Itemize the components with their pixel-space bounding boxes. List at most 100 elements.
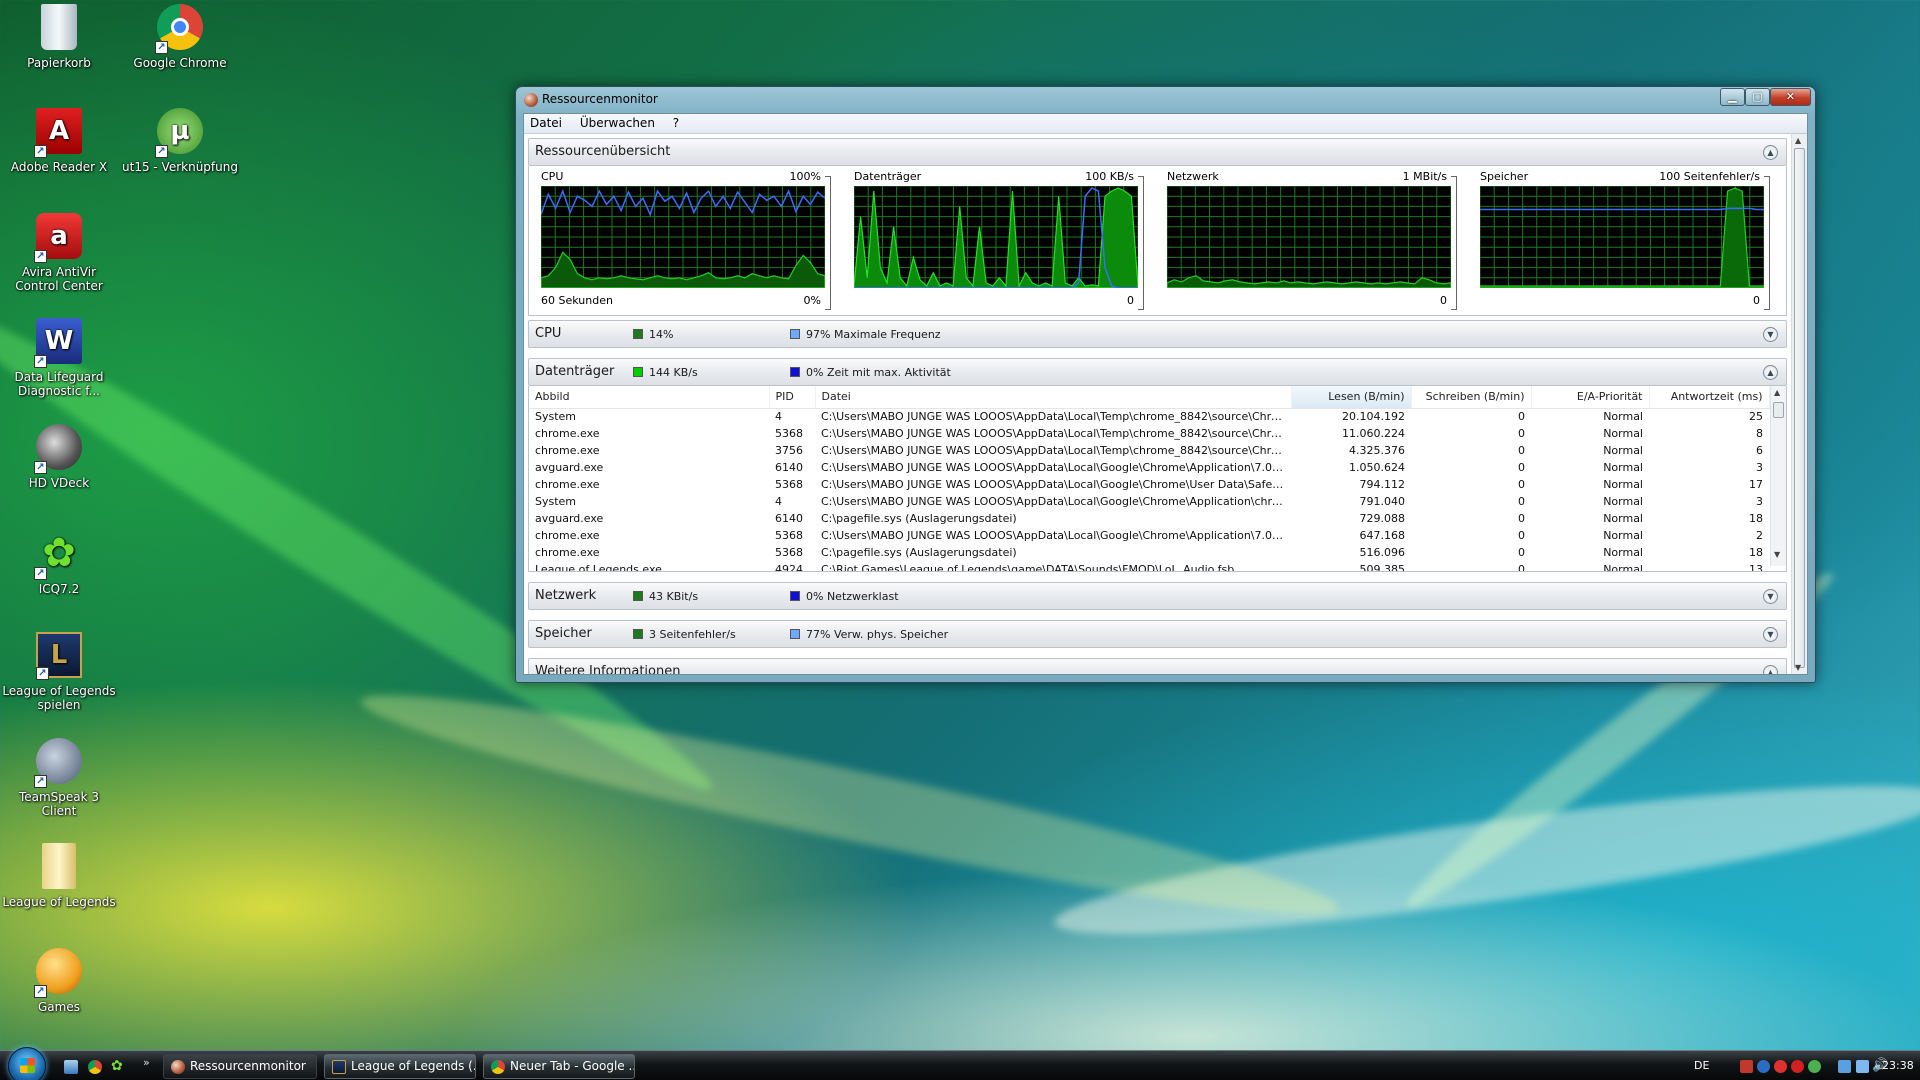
- col-lesen[interactable]: Lesen (B/min): [1290, 386, 1412, 409]
- menu-bar: Datei Überwachen ?: [524, 114, 1807, 134]
- start-button[interactable]: [8, 1047, 46, 1080]
- disk-table-header: Abbild PID Datei Lesen (B/min) Schreiben…: [529, 386, 1786, 409]
- menu-help[interactable]: ?: [673, 116, 679, 130]
- desktop-icon-data-lifeguard[interactable]: W ↗ Data Lifeguard Diagnostic f...: [0, 318, 118, 398]
- desktop-icon-league-of-legends-folder[interactable]: League of Legends: [0, 843, 118, 909]
- row-priority: Normal: [1603, 563, 1643, 572]
- scroll-down-arrow-icon[interactable]: ▼: [1795, 663, 1801, 672]
- row-datei: C:\pagefile.sys (Auslagerungsdatei): [821, 512, 1017, 525]
- close-button[interactable]: ✕: [1770, 88, 1811, 106]
- row-lesen: 516.096: [1359, 546, 1406, 559]
- disk-activity: 0% Zeit mit max. Aktivität: [806, 366, 951, 379]
- expand-chevron-icon[interactable]: ▼: [1763, 627, 1778, 642]
- expand-chevron-icon[interactable]: ▼: [1763, 327, 1778, 342]
- cpu-usage-swatch: [633, 329, 643, 339]
- row-abbild: chrome.exe: [535, 427, 600, 440]
- tray-antivirus-icon[interactable]: [1774, 1060, 1787, 1073]
- desktop-icon-hd-vdeck[interactable]: ↗ HD VDeck: [0, 424, 118, 490]
- table-row[interactable]: chrome.exe 5368 C:\Users\MABO JUNGE WAS LO…: [529, 527, 1786, 544]
- table-row[interactable]: chrome.exe 5368 C:\Users\MABO JUNGE WAS LO…: [529, 476, 1786, 493]
- table-row[interactable]: chrome.exe 5368 C:\pagefile.sys (Auslageru…: [529, 544, 1786, 561]
- table-row[interactable]: System 4 C:\Users\MABO JUNGE WAS LOOOS\App…: [529, 408, 1786, 425]
- row-datei: C:\Users\MABO JUNGE WAS LOOOS\AppData\Lo…: [821, 529, 1291, 542]
- col-abbild[interactable]: Abbild: [529, 386, 770, 409]
- collapse-chevron-icon[interactable]: ▲: [1763, 145, 1778, 160]
- table-row[interactable]: avguard.exe 6140 C:\Users\MABO JUNGE WAS L…: [529, 459, 1786, 476]
- disk-header[interactable]: Datenträger 144 KB/s 0% Zeit mit max. Ak…: [528, 358, 1787, 386]
- col-datei[interactable]: Datei: [815, 386, 1292, 409]
- row-schreiben: 0: [1518, 410, 1525, 424]
- overview-header[interactable]: Ressourcenübersicht ▲: [528, 138, 1787, 166]
- more-info-header[interactable]: Weitere Informationen ▲: [528, 658, 1787, 674]
- disk-section: Datenträger 144 KB/s 0% Zeit mit max. Ak…: [528, 358, 1787, 572]
- row-abbild: chrome.exe: [535, 529, 600, 542]
- quicklaunch-overflow-icon[interactable]: »: [143, 1056, 150, 1069]
- memory-header[interactable]: Speicher 3 Seitenfehler/s 77% Verw. phys…: [528, 620, 1787, 648]
- taskbar-button-league-of-legends[interactable]: League of Legends (...: [324, 1054, 476, 1079]
- network-graph-max: 1 MBit/s: [1402, 170, 1447, 183]
- desktop-icon-chrome[interactable]: ↗ Google Chrome: [121, 4, 239, 70]
- table-row[interactable]: chrome.exe 3756 C:\Users\MABO JUNGE WAS LO…: [529, 442, 1786, 459]
- window-scrollbar[interactable]: ▲ ▼: [1791, 134, 1807, 674]
- scroll-up-arrow-icon[interactable]: ▲: [1774, 388, 1780, 397]
- desktop-icon-league-of-legends-play[interactable]: L ↗ League of Legends spielen: [0, 632, 118, 712]
- row-schreiben: 0: [1518, 563, 1525, 572]
- col-response-time[interactable]: Antwortzeit (ms): [1649, 386, 1770, 409]
- chrome-quicklaunch-icon[interactable]: [88, 1060, 102, 1074]
- expand-chevron-icon[interactable]: ▼: [1763, 589, 1778, 604]
- taskbar-button-resource-monitor[interactable]: Ressourcenmonitor: [163, 1054, 317, 1079]
- memory-section: Speicher 3 Seitenfehler/s 77% Verw. phys…: [528, 620, 1787, 648]
- tray-utorrent-icon[interactable]: [1808, 1060, 1821, 1073]
- overview-graphs: CPU 100% 60 Sekunden 0% Datenträger 100 …: [528, 166, 1787, 316]
- desktop-icon-avira[interactable]: a ↗ Avira AntiVir Control Center: [0, 213, 118, 293]
- menu-ueberwachen[interactable]: Überwachen: [580, 116, 655, 130]
- col-schreiben[interactable]: Schreiben (B/min): [1411, 386, 1532, 409]
- collapse-chevron-icon[interactable]: ▲: [1763, 665, 1778, 674]
- taskbar: ✿ » Ressourcenmonitor League of Legends …: [0, 1047, 1920, 1080]
- menu-datei[interactable]: Datei: [530, 116, 562, 130]
- window-title: Ressourcenmonitor: [542, 92, 658, 106]
- row-schreiben: 0: [1518, 495, 1525, 508]
- window-scroll-thumb[interactable]: [1794, 148, 1805, 668]
- tray-network-icon[interactable]: [1838, 1060, 1851, 1073]
- recycle-bin-icon: [41, 4, 77, 50]
- tray-network-globe-icon[interactable]: [1757, 1060, 1770, 1073]
- maximize-button[interactable]: ▢: [1745, 88, 1770, 106]
- scroll-down-arrow-icon[interactable]: ▼: [1774, 550, 1780, 559]
- show-desktop-icon[interactable]: [64, 1060, 78, 1074]
- row-priority: Normal: [1603, 529, 1643, 542]
- cpu-header[interactable]: CPU 14% 97% Maximale Frequenz ▼: [528, 320, 1787, 348]
- language-indicator[interactable]: DE: [1694, 1051, 1709, 1080]
- desktop-icon-games[interactable]: ↗ Games: [0, 948, 118, 1014]
- tray-warning-icon[interactable]: [1791, 1060, 1804, 1073]
- title-bar[interactable]: Ressourcenmonitor: [516, 87, 1815, 113]
- table-row[interactable]: avguard.exe 6140 C:\pagefile.sys (Auslager…: [529, 510, 1786, 527]
- desktop-icon-recycle-bin[interactable]: Papierkorb: [0, 4, 118, 70]
- row-abbild: System: [535, 410, 577, 424]
- disk-graph-footer-right: 0: [1127, 294, 1134, 307]
- desktop-icon-utorrent[interactable]: µ ↗ ut15 - Verknüpfung: [121, 108, 239, 174]
- table-row[interactable]: System 4 C:\Users\MABO JUNGE WAS LOOOS\App…: [529, 493, 1786, 510]
- taskbar-button-chrome[interactable]: Neuer Tab - Google ...: [483, 1054, 635, 1079]
- table-row[interactable]: League of Legends.exe 4924 C:\Riot Games\L…: [529, 561, 1786, 572]
- disk-table-scrollbar[interactable]: ▲ ▼: [1770, 386, 1786, 566]
- clock[interactable]: 23:38: [1882, 1051, 1914, 1080]
- network-header[interactable]: Netzwerk 43 KBit/s 0% Netzwerklast ▼: [528, 582, 1787, 610]
- network-rate: 43 KBit/s: [649, 590, 699, 603]
- desktop-icon-teamspeak[interactable]: ↗ TeamSpeak 3 Client: [0, 738, 118, 818]
- collapse-chevron-icon[interactable]: ▲: [1763, 365, 1778, 380]
- col-pid[interactable]: PID: [769, 386, 816, 409]
- minimize-button[interactable]: ▁: [1720, 88, 1745, 106]
- window-client: Datei Überwachen ? Ressourcenübersicht ▲…: [523, 113, 1808, 675]
- icq-quicklaunch-icon[interactable]: ✿: [111, 1059, 125, 1074]
- disk-table-scroll-thumb[interactable]: [1773, 402, 1784, 418]
- desktop-icon-icq[interactable]: ✿ ↗ ICQ7.2: [0, 530, 118, 596]
- network-load-swatch: [790, 591, 800, 601]
- col-priority[interactable]: E/A-Priorität: [1531, 386, 1650, 409]
- scroll-up-arrow-icon[interactable]: ▲: [1795, 136, 1801, 145]
- tray-connection-icon[interactable]: [1856, 1060, 1869, 1073]
- desktop-icon-adobe-reader[interactable]: A ↗ Adobe Reader X: [0, 108, 118, 174]
- table-row[interactable]: chrome.exe 5368 C:\Users\MABO JUNGE WAS LO…: [529, 425, 1786, 442]
- tray-avira-icon[interactable]: [1740, 1060, 1753, 1073]
- row-pid: 4: [775, 495, 782, 508]
